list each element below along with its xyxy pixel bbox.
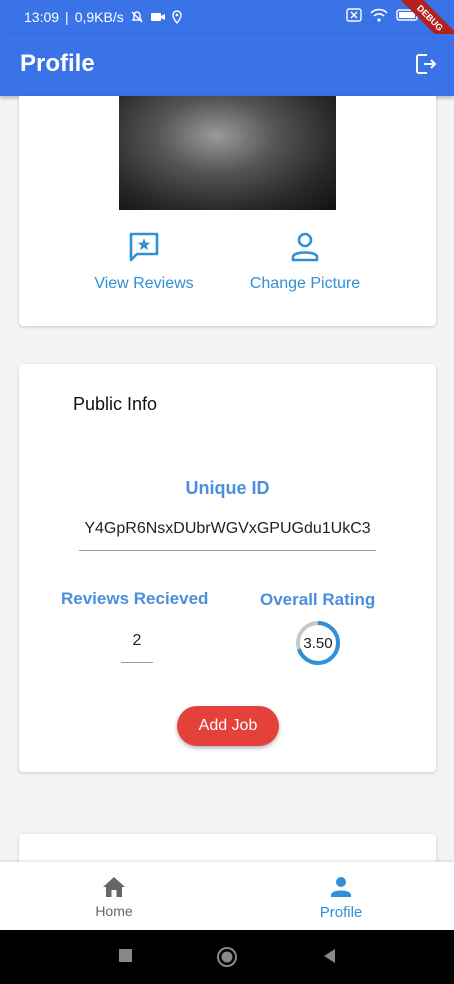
mute-bell-icon [131, 11, 143, 23]
status-network-speed: 0,9KB/s [74, 9, 124, 25]
person-outline-icon [291, 232, 319, 262]
reviews-received-label: Reviews Recieved [61, 589, 209, 608]
system-navigation-bar [0, 930, 454, 984]
page-title: Profile [20, 50, 95, 77]
person-icon [331, 877, 351, 897]
status-time: 13:09 [24, 9, 60, 25]
reviews-received-value: 2 [132, 632, 142, 649]
add-job-button[interactable]: Add Job [177, 706, 279, 746]
app-bar: Profile [0, 34, 454, 96]
profile-photo [119, 96, 336, 210]
home-icon [103, 877, 125, 897]
circle-icon [217, 947, 237, 967]
change-picture-label: Change Picture [249, 275, 361, 292]
square-icon [119, 949, 132, 962]
unique-id-label: Unique ID [185, 478, 270, 498]
public-info-heading: Public Info [73, 394, 158, 414]
nav-item-home[interactable]: Home [54, 876, 174, 919]
unique-id-value: Y4GpR6NsxDUbrWGVxGPUGdu1UkC3 [84, 520, 371, 537]
nav-home-label: Home [95, 903, 133, 919]
location-icon [172, 10, 182, 24]
public-info-card: Public Info Unique ID Y4GpR6NsxDUbrWGVxG… [19, 364, 436, 772]
profile-picture-card: View Reviews Change Picture [19, 96, 436, 326]
rate-review-icon [129, 232, 159, 262]
view-reviews-button[interactable]: View Reviews [89, 230, 199, 293]
nav-profile-label: Profile [319, 904, 363, 921]
view-reviews-label: View Reviews [94, 275, 194, 292]
status-separator: | [65, 9, 69, 25]
logout-icon [416, 54, 437, 74]
bottom-navigation: Home Profile [0, 862, 454, 930]
rating-value: 3.50 [303, 634, 333, 652]
back-button[interactable] [322, 948, 338, 969]
home-system-button[interactable] [216, 946, 238, 973]
recents-button[interactable] [118, 948, 134, 969]
logout-button[interactable] [414, 52, 438, 81]
nav-item-profile[interactable]: Profile [281, 876, 401, 921]
change-picture-button[interactable]: Change Picture [243, 230, 367, 293]
status-bar: 13:09 | 0,9KB/s DEBUG [0, 0, 454, 60]
sim-card-icon [346, 8, 362, 22]
video-camera-icon [150, 13, 165, 21]
reviews-underline [121, 662, 153, 663]
overall-rating-label: Overall Rating [260, 590, 376, 609]
rating-indicator: 3.50 [295, 620, 341, 666]
unique-id-underline [79, 550, 376, 551]
wifi-icon [370, 8, 388, 22]
triangle-back-icon [324, 949, 335, 963]
